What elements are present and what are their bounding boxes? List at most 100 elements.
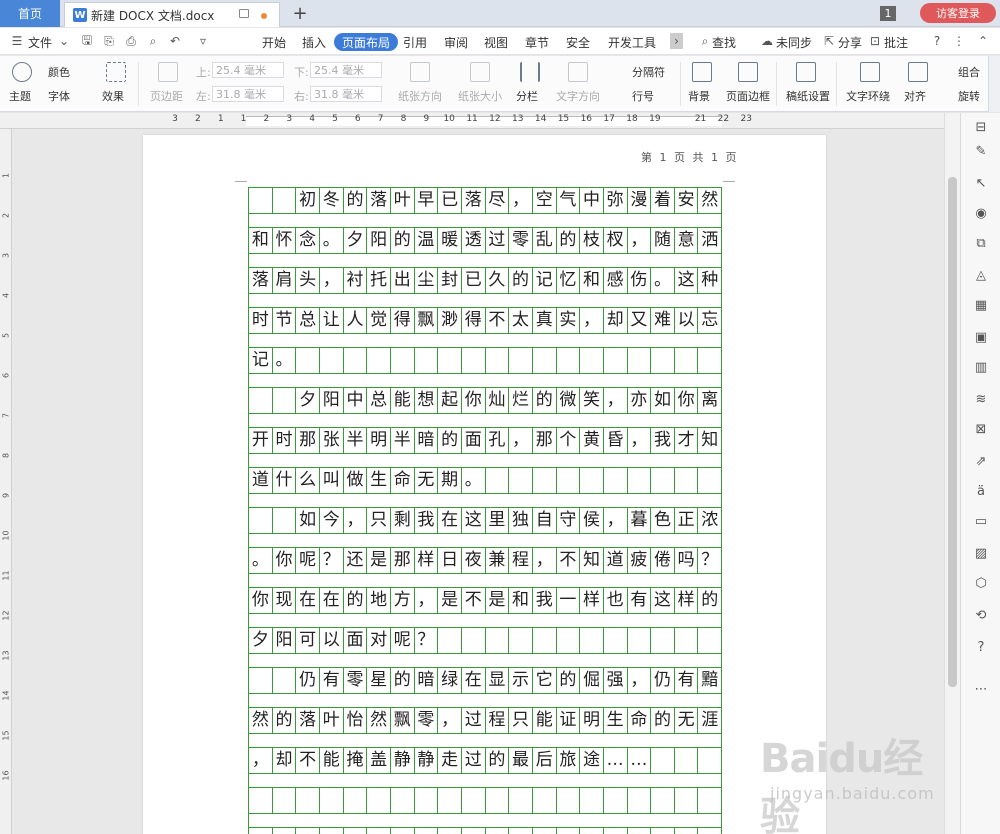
tab-insert[interactable]: 插入 <box>302 33 326 51</box>
grid-cell[interactable]: 温 <box>415 228 439 253</box>
grid-cell[interactable] <box>462 628 486 653</box>
grid-cell[interactable]: 只 <box>367 508 391 533</box>
page-border-button[interactable]: 页面边框 <box>726 88 770 104</box>
grid-cell[interactable]: 久 <box>486 268 510 293</box>
grid-cell[interactable]: 过 <box>486 228 510 253</box>
grid-cell[interactable]: 种 <box>698 268 723 293</box>
grid-cell[interactable]: 得 <box>462 308 486 333</box>
grid-cell[interactable]: 最 <box>509 748 533 773</box>
grid-cell[interactable] <box>273 788 297 813</box>
grid-cell[interactable]: 落 <box>249 268 273 293</box>
grid-cell[interactable]: 夜 <box>462 548 486 573</box>
orientation-icon[interactable] <box>410 62 430 82</box>
grid-cell[interactable]: ？ <box>415 628 439 653</box>
text-direction-icon[interactable] <box>568 62 588 82</box>
grid-cell[interactable]: 疲 <box>628 548 652 573</box>
grid-cell[interactable]: 守 <box>557 508 581 533</box>
scrollbar-thumb[interactable] <box>948 177 957 687</box>
grid-cell[interactable]: ？ <box>698 548 723 573</box>
grid-cell[interactable] <box>651 348 675 373</box>
grid-cell[interactable] <box>509 788 533 813</box>
grid-cell[interactable]: 忘 <box>698 308 723 333</box>
grid-cell[interactable]: 显 <box>486 668 510 693</box>
grid-cell[interactable]: 地 <box>367 588 391 613</box>
grid-cell[interactable]: 在 <box>438 508 462 533</box>
theme-icon[interactable] <box>12 62 32 82</box>
grid-cell[interactable] <box>273 188 297 213</box>
grid-cell[interactable]: 能 <box>391 388 415 413</box>
grid-cell[interactable]: 却 <box>273 748 297 773</box>
grid-cell[interactable] <box>557 628 581 653</box>
grid-cell[interactable] <box>367 828 391 834</box>
grid-cell[interactable]: 孔 <box>486 428 510 453</box>
grid-cell[interactable]: 那 <box>296 428 320 453</box>
grid-cell[interactable]: 透 <box>462 228 486 253</box>
grid-cell[interactable] <box>438 828 462 834</box>
grid-cell[interactable]: 你 <box>462 388 486 413</box>
grid-cell[interactable] <box>249 188 273 213</box>
grid-cell[interactable]: 衬 <box>344 268 368 293</box>
manuscript-settings-button[interactable]: 稿纸设置 <box>786 88 830 104</box>
group-button[interactable]: 组合 <box>958 64 980 80</box>
grid-cell[interactable]: 这 <box>462 508 486 533</box>
grid-cell[interactable] <box>249 828 273 834</box>
line-numbers-button[interactable]: 行号 <box>632 88 654 104</box>
grid-cell[interactable] <box>438 348 462 373</box>
grid-cell[interactable]: ， <box>438 708 462 733</box>
grid-cell[interactable]: 能 <box>533 708 557 733</box>
grid-cell[interactable]: 你 <box>675 388 699 413</box>
grid-cell[interactable]: 早 <box>415 188 439 213</box>
picture-icon[interactable]: ▨ <box>973 545 989 561</box>
grid-cell[interactable]: 。 <box>462 468 486 493</box>
grid-cell[interactable]: 无 <box>675 708 699 733</box>
grid-cell[interactable]: 已 <box>438 188 462 213</box>
grid-cell[interactable]: ， <box>249 748 273 773</box>
grid-cell[interactable] <box>249 388 273 413</box>
grid-cell[interactable]: 明 <box>580 708 604 733</box>
grid-cell[interactable] <box>438 628 462 653</box>
grid-cell[interactable]: 叫 <box>320 468 344 493</box>
grid-cell[interactable]: 冬 <box>320 188 344 213</box>
document-page[interactable]: 第 1 页 共 1 页 初冬的落叶早已落尽，空气中弥漫着安然和怀念。夕阳的温暖透… <box>143 135 826 834</box>
grid-cell[interactable]: 样 <box>415 548 439 573</box>
grid-cell[interactable] <box>557 468 581 493</box>
grid-cell[interactable]: 肩 <box>273 268 297 293</box>
grid-cell[interactable] <box>675 828 699 834</box>
search-button[interactable]: 查找 <box>712 33 736 51</box>
grid-cell[interactable]: 让 <box>320 308 344 333</box>
page-border-icon[interactable] <box>738 62 758 82</box>
grid-cell[interactable] <box>462 788 486 813</box>
grid-cell[interactable]: 可 <box>296 628 320 653</box>
grid-cell[interactable]: 初 <box>296 188 320 213</box>
paper-size-button[interactable]: 纸张大小 <box>458 88 502 104</box>
image-search-icon[interactable]: ⊠ <box>973 421 989 437</box>
grid-cell[interactable]: 在 <box>296 588 320 613</box>
grid-cell[interactable]: 呢 <box>296 548 320 573</box>
grid-cell[interactable]: 亦 <box>628 388 652 413</box>
grid-cell[interactable]: 以 <box>675 308 699 333</box>
grid-cell[interactable] <box>296 828 320 834</box>
grid-cell[interactable]: 漫 <box>628 188 652 213</box>
grid-cell[interactable]: 方 <box>391 588 415 613</box>
grid-cell[interactable]: 呢 <box>391 628 415 653</box>
grid-cell[interactable] <box>675 628 699 653</box>
grid-cell[interactable] <box>628 348 652 373</box>
grid-cell[interactable]: 走 <box>438 748 462 773</box>
grid-cell[interactable]: 烂 <box>509 388 533 413</box>
grid-cell[interactable]: ， <box>628 668 652 693</box>
new-tab-button[interactable]: + <box>290 2 310 24</box>
grid-cell[interactable]: 证 <box>557 708 581 733</box>
ribbon-scroll-right[interactable] <box>988 56 1000 112</box>
grid-cell[interactable]: 如 <box>651 388 675 413</box>
grid-cell[interactable] <box>698 828 723 834</box>
grid-cell[interactable] <box>344 348 368 373</box>
grid-cell[interactable]: 不 <box>296 748 320 773</box>
grid-cell[interactable]: ， <box>628 428 652 453</box>
grid-cell[interactable]: 你 <box>249 588 273 613</box>
grid-cell[interactable]: 程 <box>509 548 533 573</box>
grid-cell[interactable]: 这 <box>675 268 699 293</box>
grid-cell[interactable]: 它 <box>533 668 557 693</box>
grid-cell[interactable]: 觉 <box>367 308 391 333</box>
grid-cell[interactable]: 笑 <box>580 388 604 413</box>
grid-cell[interactable]: 兼 <box>486 548 510 573</box>
